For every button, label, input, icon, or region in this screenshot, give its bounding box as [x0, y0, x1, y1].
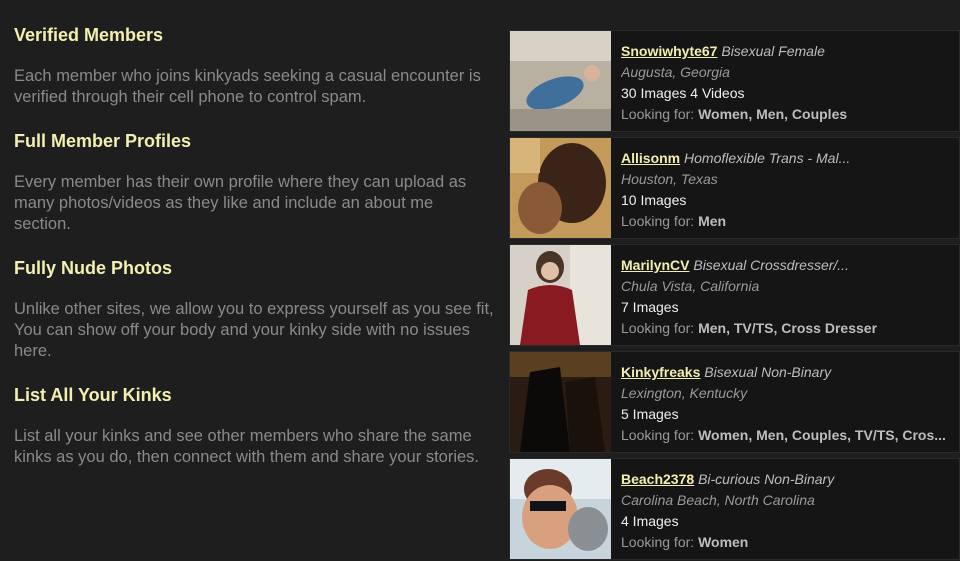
looking-for-label: Looking for:	[621, 106, 695, 122]
member-card[interactable]: MarilynCV Bisexual Crossdresser/... Chul…	[509, 244, 960, 346]
member-photo[interactable]	[510, 138, 611, 238]
member-info: Snowiwhyte67 Bisexual Female Augusta, Ge…	[611, 31, 959, 131]
member-username-link[interactable]: MarilynCV	[621, 257, 689, 273]
member-location: Chula Vista, California	[621, 278, 760, 294]
looking-for-value: Women	[698, 534, 749, 550]
member-orientation: Bi-curious Non-Binary	[698, 471, 835, 487]
member-orientation: Bisexual Non-Binary	[704, 364, 832, 380]
member-card[interactable]: Snowiwhyte67 Bisexual Female Augusta, Ge…	[509, 30, 960, 132]
looking-for-label: Looking for:	[621, 427, 695, 443]
feature-text: List all your kinks and see other member…	[14, 427, 479, 466]
member-location: Augusta, Georgia	[621, 64, 730, 80]
looking-for-value: Women, Men, Couples	[698, 106, 848, 122]
member-location: Houston, Texas	[621, 171, 718, 187]
member-media-count: 4 Images	[621, 513, 679, 529]
member-info: Kinkyfreaks Bisexual Non-Binary Lexingto…	[611, 352, 959, 452]
member-media-count: 7 Images	[621, 299, 679, 315]
feature-verified-members: Verified Members Each member who joins k…	[14, 24, 494, 108]
member-username-link[interactable]: Allisonm	[621, 150, 680, 166]
member-photo[interactable]	[510, 459, 611, 559]
photo-placeholder-icon	[510, 352, 611, 452]
member-list: Snowiwhyte67 Bisexual Female Augusta, Ge…	[509, 30, 960, 561]
feature-title: List All Your Kinks	[14, 385, 172, 405]
looking-for-value: Men, TV/TS, Cross Dresser	[698, 320, 878, 336]
feature-nude-photos: Fully Nude Photos Unlike other sites, we…	[14, 257, 494, 362]
photo-placeholder-icon	[510, 138, 611, 238]
member-info: Beach2378 Bi-curious Non-Binary Carolina…	[611, 459, 959, 559]
member-location: Lexington, Kentucky	[621, 385, 748, 401]
member-media-count: 30 Images 4 Videos	[621, 85, 745, 101]
member-info: MarilynCV Bisexual Crossdresser/... Chul…	[611, 245, 959, 345]
page: Verified Members Each member who joins k…	[0, 0, 960, 561]
photo-placeholder-icon	[510, 31, 611, 131]
member-username-link[interactable]: Beach2378	[621, 471, 694, 487]
member-orientation: Bisexual Crossdresser/...	[693, 257, 849, 273]
member-photo[interactable]	[510, 245, 611, 345]
member-card[interactable]: Kinkyfreaks Bisexual Non-Binary Lexingto…	[509, 351, 960, 453]
looking-for-label: Looking for:	[621, 534, 695, 550]
photo-placeholder-icon	[510, 245, 611, 345]
looking-for-value: Men	[698, 213, 727, 229]
photo-placeholder-icon	[510, 459, 611, 559]
member-username-link[interactable]: Kinkyfreaks	[621, 364, 700, 380]
feature-title: Verified Members	[14, 25, 164, 45]
member-media-count: 10 Images	[621, 192, 687, 208]
feature-title: Full Member Profiles	[14, 131, 192, 151]
member-card[interactable]: Allisonm Homoflexible Trans - Mal... Hou…	[509, 137, 960, 239]
member-media-count: 5 Images	[621, 406, 679, 422]
looking-for-label: Looking for:	[621, 213, 695, 229]
member-photo[interactable]	[510, 31, 611, 131]
member-orientation: Bisexual Female	[721, 43, 825, 59]
feature-full-profiles: Full Member Profiles Every member has th…	[14, 130, 494, 235]
feature-text: Unlike other sites, we allow you to expr…	[14, 300, 494, 360]
feature-title: Fully Nude Photos	[14, 258, 173, 278]
member-location: Carolina Beach, North Carolina	[621, 492, 815, 508]
member-username-link[interactable]: Snowiwhyte67	[621, 43, 717, 59]
feature-text: Every member has their own profile where…	[14, 173, 467, 233]
looking-for-label: Looking for:	[621, 320, 695, 336]
member-card[interactable]: Beach2378 Bi-curious Non-Binary Carolina…	[509, 458, 960, 560]
looking-for-value: Women, Men, Couples, TV/TS, Cros...	[698, 427, 946, 443]
member-photo[interactable]	[510, 352, 611, 452]
member-orientation: Homoflexible Trans - Mal...	[684, 150, 851, 166]
feature-text: Each member who joins kinkyads seeking a…	[14, 67, 481, 106]
features-column: Verified Members Each member who joins k…	[14, 24, 494, 490]
feature-list-kinks: List All Your Kinks List all your kinks …	[14, 384, 494, 468]
member-info: Allisonm Homoflexible Trans - Mal... Hou…	[611, 138, 959, 238]
